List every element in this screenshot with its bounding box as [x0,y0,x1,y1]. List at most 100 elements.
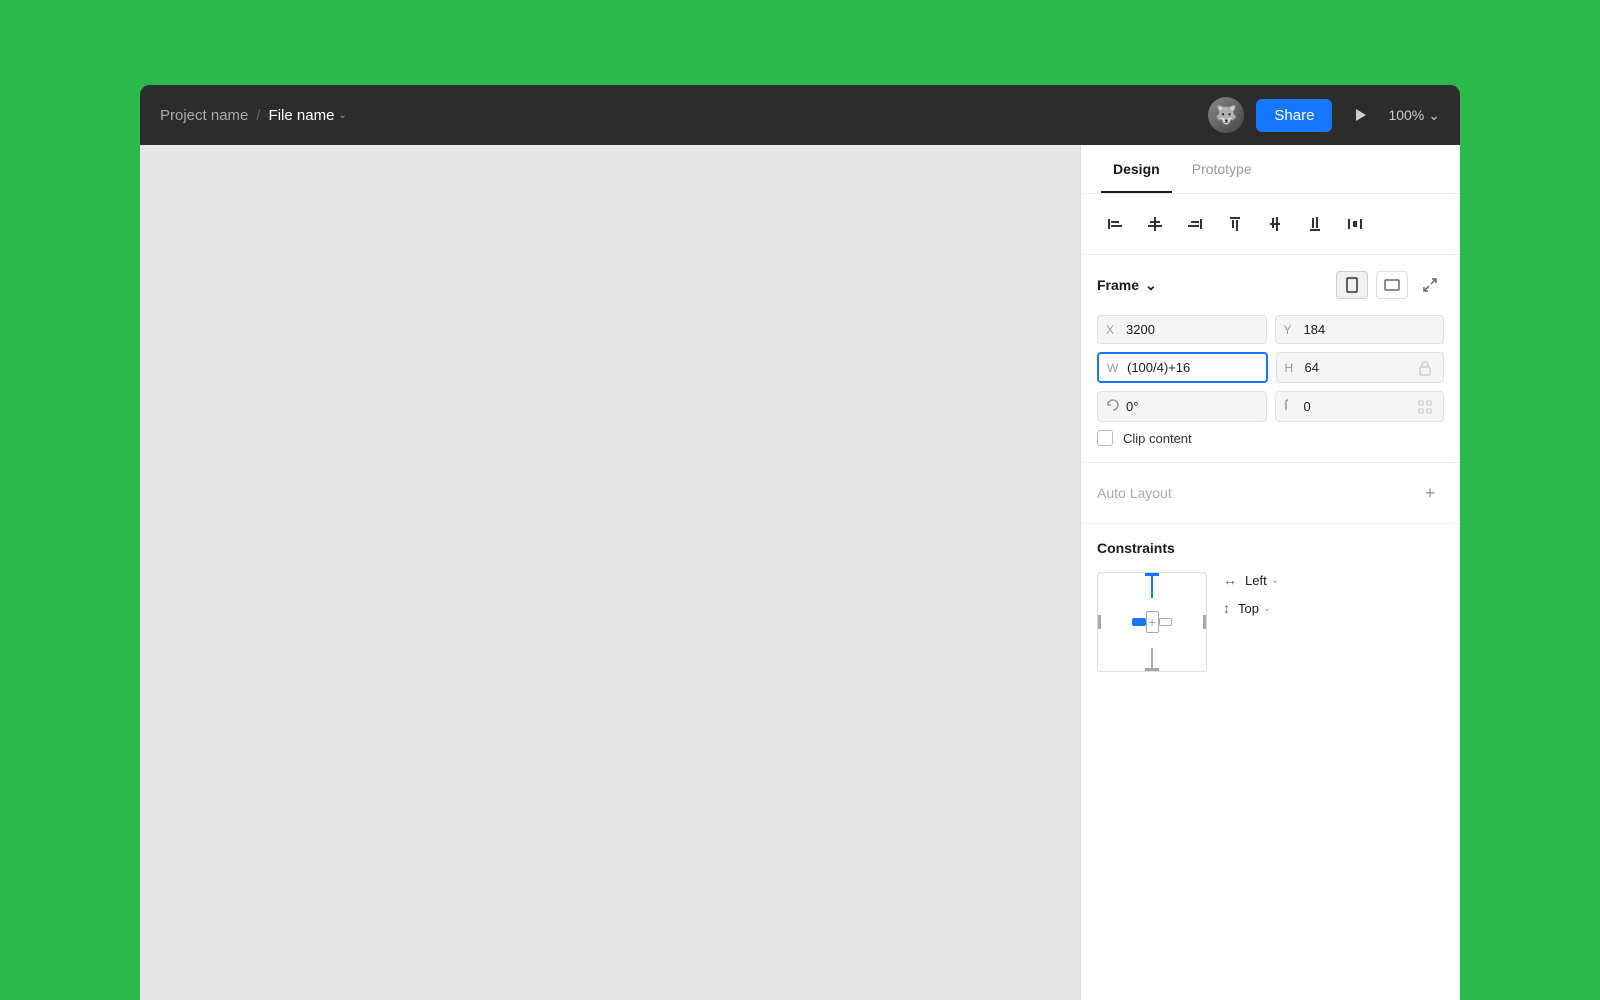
h-value: 64 [1305,360,1416,375]
w-value: (100/4)+16 [1127,360,1258,375]
file-name-text: File name [269,107,335,124]
align-center-h-icon [1266,215,1284,233]
tab-design-label: Design [1113,161,1160,177]
vertical-select[interactable]: Top ⌄ [1238,601,1271,616]
avatar-image: 🐺 [1208,97,1244,133]
x-value: 3200 [1126,322,1258,337]
constraints-section: Constraints + [1081,524,1460,688]
clip-content-label: Clip content [1123,431,1192,446]
radius-value: 0 [1304,399,1416,414]
green-topbar [0,0,1600,85]
horizontal-select[interactable]: Left ⌄ [1245,573,1279,588]
align-right-icon [1186,215,1204,233]
panel-tabs: Design Prototype [1081,145,1460,194]
x-label: X [1106,323,1120,337]
w-field[interactable]: W (100/4)+16 [1097,352,1268,383]
add-icon: + [1425,483,1436,504]
h-arrow: ↔ [1223,572,1237,588]
v-arrow: ↕ [1223,600,1230,616]
wh-fields: W (100/4)+16 H 64 [1097,352,1444,383]
right-panel: Design Prototype [1080,145,1460,1000]
tab-design[interactable]: Design [1101,145,1172,193]
align-left-button[interactable] [1097,206,1133,242]
main-content: Design Prototype [140,145,1460,1000]
landscape-button[interactable] [1376,271,1408,299]
zoom-chevron: ⌄ [1428,107,1440,124]
auto-layout-title: Auto Layout [1097,485,1172,501]
tab-prototype[interactable]: Prototype [1180,145,1264,193]
canvas[interactable] [140,145,1080,1000]
frame-title-text: Frame [1097,277,1139,293]
distribute-button[interactable] [1337,206,1373,242]
rotation-radius-fields: 0° 0 [1097,391,1444,422]
header-right: 🐺 Share 100% ⌄ [1208,97,1440,133]
align-top-button[interactable] [1217,206,1253,242]
v-chevron-icon: ⌄ [1263,603,1271,614]
alignment-section [1081,194,1460,255]
vertical-constraint: ↕ Top ⌄ [1223,600,1444,616]
zoom-control[interactable]: 100% ⌄ [1388,107,1440,124]
h-label: H [1285,361,1299,375]
y-label: Y [1284,323,1298,337]
window-header: Project name / File name ⌄ 🐺 Share 100% … [140,85,1460,145]
expand-corners-svg [1418,400,1432,414]
align-bottom-icon [1306,215,1324,233]
auto-layout-add-button[interactable]: + [1416,479,1444,507]
distribute-icon [1346,215,1364,233]
rotation-icon [1106,398,1120,415]
constraints-body: + ↔ [1097,572,1444,672]
rotation-field[interactable]: 0° [1097,391,1267,422]
constraint-diagram: + [1097,572,1207,672]
radius-icon [1284,398,1298,415]
frame-header: Frame ⌄ [1097,271,1444,299]
align-left-icon [1106,215,1124,233]
portrait-icon [1346,277,1358,293]
main-window: Project name / File name ⌄ 🐺 Share 100% … [140,85,1460,1000]
rotation-svg [1106,398,1120,412]
align-top-icon [1226,215,1244,233]
collapse-button[interactable] [1416,271,1444,299]
lock-svg [1418,360,1432,376]
landscape-icon [1384,279,1400,291]
vertical-value: Top [1238,601,1259,616]
xy-fields: X 3200 Y 184 [1097,315,1444,344]
zoom-level: 100% [1388,107,1424,123]
frame-chevron-icon: ⌄ [1145,277,1157,294]
clip-content-row: Clip content [1097,430,1444,446]
h-chevron-icon: ⌄ [1271,575,1279,586]
project-name: Project name [160,107,248,124]
auto-layout-section: Auto Layout + [1081,463,1460,524]
play-button[interactable] [1344,99,1376,131]
h-field[interactable]: H 64 [1276,352,1445,383]
horizontal-value: Left [1245,573,1267,588]
tab-prototype-label: Prototype [1192,161,1252,177]
rotation-value: 0° [1126,399,1258,414]
frame-section: Frame ⌄ [1081,255,1460,463]
align-bottom-button[interactable] [1297,206,1333,242]
align-center-v-icon [1146,215,1164,233]
y-field[interactable]: Y 184 [1275,315,1445,344]
share-button[interactable]: Share [1256,99,1332,132]
file-name[interactable]: File name ⌄ [269,107,347,124]
w-label: W [1107,361,1121,375]
lock-icon[interactable] [1415,360,1435,376]
radius-svg [1284,398,1298,412]
frame-title[interactable]: Frame ⌄ [1097,277,1157,294]
breadcrumb: Project name / File name ⌄ [160,107,347,124]
portrait-button[interactable] [1336,271,1368,299]
y-value: 184 [1304,322,1436,337]
align-center-v-button[interactable] [1137,206,1173,242]
align-right-button[interactable] [1177,206,1213,242]
constraint-selects: ↔ Left ⌄ ↕ Top ⌄ [1223,572,1444,616]
breadcrumb-separator: / [256,107,260,124]
x-field[interactable]: X 3200 [1097,315,1267,344]
constraints-title: Constraints [1097,540,1444,556]
clip-content-checkbox[interactable] [1097,430,1113,446]
expand-corners-icon[interactable] [1415,400,1435,414]
file-chevron-icon: ⌄ [338,110,346,121]
align-center-h-button[interactable] [1257,206,1293,242]
avatar: 🐺 [1208,97,1244,133]
horizontal-constraint: ↔ Left ⌄ [1223,572,1444,588]
radius-field[interactable]: 0 [1275,391,1445,422]
play-icon [1352,107,1368,123]
